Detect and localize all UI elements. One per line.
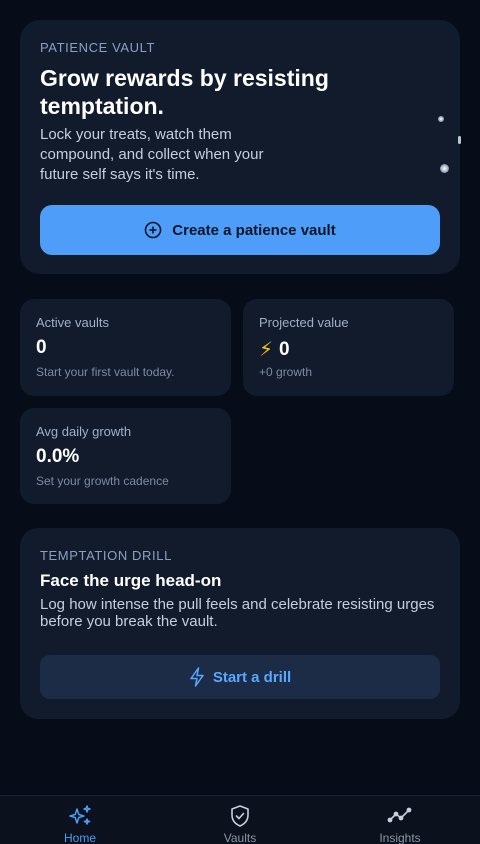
stat-value: ⚡ 0 bbox=[259, 337, 290, 362]
plus-circle-icon bbox=[144, 221, 162, 239]
tab-home-label: Home bbox=[63, 831, 96, 844]
stat-note: Set your growth cadence bbox=[36, 474, 169, 488]
patience-vault-eyebrow: PATIENCE VAULT bbox=[40, 40, 156, 55]
projected-value: 0 bbox=[279, 338, 290, 360]
stat-label: Avg daily growth bbox=[36, 424, 132, 439]
bottom-tab-bar: Home Vaults Insights bbox=[0, 795, 480, 844]
stat-card-avg-daily-growth: Avg daily growth 0.0% Set your growth ca… bbox=[20, 408, 231, 504]
active-vaults-value: 0 bbox=[36, 337, 47, 358]
stat-note: Start your first vault today. bbox=[36, 365, 175, 379]
stat-value: 0 bbox=[36, 337, 47, 359]
stat-value: 0.0% bbox=[36, 446, 79, 468]
start-drill-label: Start a drill bbox=[212, 668, 292, 686]
start-drill-button[interactable]: Start a drill bbox=[40, 655, 440, 699]
avg-daily-growth-value: 0.0% bbox=[36, 446, 80, 467]
glow-orb-decoration bbox=[458, 136, 461, 144]
drill-description: Log how intense the pull feels and celeb… bbox=[40, 596, 435, 630]
tab-vaults-label: Vaults bbox=[223, 831, 257, 844]
hero-title: Grow rewards by resisting temptation. bbox=[40, 65, 329, 119]
glow-orb-decoration bbox=[438, 116, 444, 122]
stat-label: Projected value bbox=[259, 315, 349, 330]
patience-vault-card: PATIENCE VAULT Grow rewards by resisting… bbox=[20, 20, 461, 274]
tab-insights[interactable]: Insights bbox=[320, 796, 480, 844]
trend-line-icon bbox=[387, 796, 413, 828]
stat-note: +0 growth bbox=[259, 365, 313, 379]
stat-card-active-vaults: Active vaults 0 Start your first vault t… bbox=[20, 299, 231, 396]
create-patience-vault-label: Create a patience vault bbox=[172, 221, 336, 239]
temptation-drill-eyebrow: TEMPTATION DRILL bbox=[40, 548, 172, 563]
glow-orb-decoration bbox=[440, 164, 449, 173]
drill-title: Face the urge head-on bbox=[40, 571, 222, 590]
create-patience-vault-button[interactable]: Create a patience vault bbox=[40, 205, 440, 255]
tab-home[interactable]: Home bbox=[0, 796, 160, 844]
temptation-drill-card: TEMPTATION DRILL Face the urge head-on L… bbox=[20, 528, 460, 719]
tab-vaults[interactable]: Vaults bbox=[160, 796, 320, 844]
tab-insights-label: Insights bbox=[379, 831, 421, 844]
lightning-icon: ⚡ bbox=[259, 339, 274, 361]
shield-check-icon bbox=[228, 796, 252, 828]
stat-card-projected-value: Projected value ⚡ 0 +0 growth bbox=[243, 299, 454, 396]
stat-label: Active vaults bbox=[36, 315, 109, 330]
bolt-icon bbox=[189, 667, 205, 687]
sparkles-icon bbox=[67, 796, 93, 828]
hero-subtitle: Lock your treats, watch them compound, a… bbox=[40, 126, 264, 183]
